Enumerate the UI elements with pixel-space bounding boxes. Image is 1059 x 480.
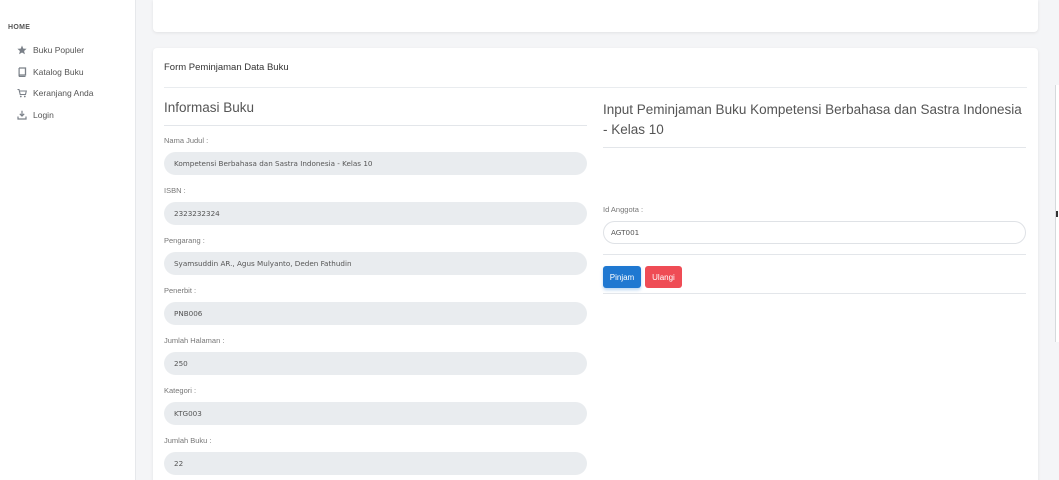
field-jumlah-buku: 22 [164, 452, 587, 475]
sidebar-heading: HOME [8, 24, 31, 31]
sidebar-item-label: Login [33, 110, 54, 120]
field-penerbit: PNB006 [164, 302, 587, 325]
field-label-nama-judul: Nama Judul : [164, 136, 209, 145]
loan-input-title: Input Peminjaman Buku Kompetensi Berbaha… [603, 102, 1022, 137]
sidebar-item-login[interactable]: Login [16, 108, 54, 122]
field-label-kategori: Kategori : [164, 386, 197, 395]
sidebar-item-keranjang-anda[interactable]: Keranjang Anda [16, 86, 94, 100]
handle-icon [1056, 211, 1058, 217]
member-id-input[interactable]: AGT001 [603, 221, 1026, 244]
field-label-penerbit: Penerbit : [164, 286, 197, 295]
field-kategori: KTG003 [164, 402, 587, 425]
book-info-title: Informasi Buku [164, 100, 255, 115]
card-divider [164, 87, 1027, 88]
loan-form-card: Form Peminjaman Data Buku Informasi Buku… [153, 48, 1038, 480]
top-card [153, 0, 1038, 32]
ulangi-button[interactable]: Ulangi [645, 266, 682, 288]
sidebar-item-label: Katalog Buku [33, 67, 84, 77]
sidebar-item-label: Keranjang Anda [33, 88, 94, 98]
field-isbn: 2323232324 [164, 202, 587, 225]
loan-input-section: Input Peminjaman Buku Kompetensi Berbaha… [603, 100, 1026, 294]
sidebar-item-buku-populer[interactable]: Buku Populer [16, 43, 84, 57]
field-label-isbn: ISBN : [164, 186, 186, 195]
field-label-jumlah-halaman: Jumlah Halaman : [164, 336, 225, 345]
field-nama-judul: Kompetensi Berbahasa dan Sastra Indonesi… [164, 152, 587, 175]
card-title: Form Peminjaman Data Buku [164, 62, 289, 73]
section-divider [164, 125, 587, 126]
book-icon [16, 66, 28, 78]
field-label-jumlah-buku: Jumlah Buku : [164, 436, 212, 445]
star-icon [16, 44, 28, 56]
section-divider [603, 254, 1026, 255]
download-icon [16, 109, 28, 121]
book-info-section: Informasi Buku Nama Judul : Kompetensi B… [164, 100, 587, 475]
member-id-label: Id Anggota : [603, 205, 644, 214]
sidebar: HOME Buku Populer Katalog Buku Keranjang… [0, 0, 136, 480]
field-jumlah-halaman: 250 [164, 352, 587, 375]
field-pengarang: Syamsuddin AR., Agus Mulyanto, Deden Fat… [164, 252, 587, 275]
sidebar-item-katalog-buku[interactable]: Katalog Buku [16, 65, 84, 79]
section-divider [603, 293, 1026, 294]
cart-icon [16, 87, 28, 99]
field-label-pengarang: Pengarang : [164, 236, 205, 245]
sidebar-item-label: Buku Populer [33, 45, 85, 55]
pinjam-button[interactable]: Pinjam [603, 266, 641, 288]
section-divider [603, 147, 1026, 148]
